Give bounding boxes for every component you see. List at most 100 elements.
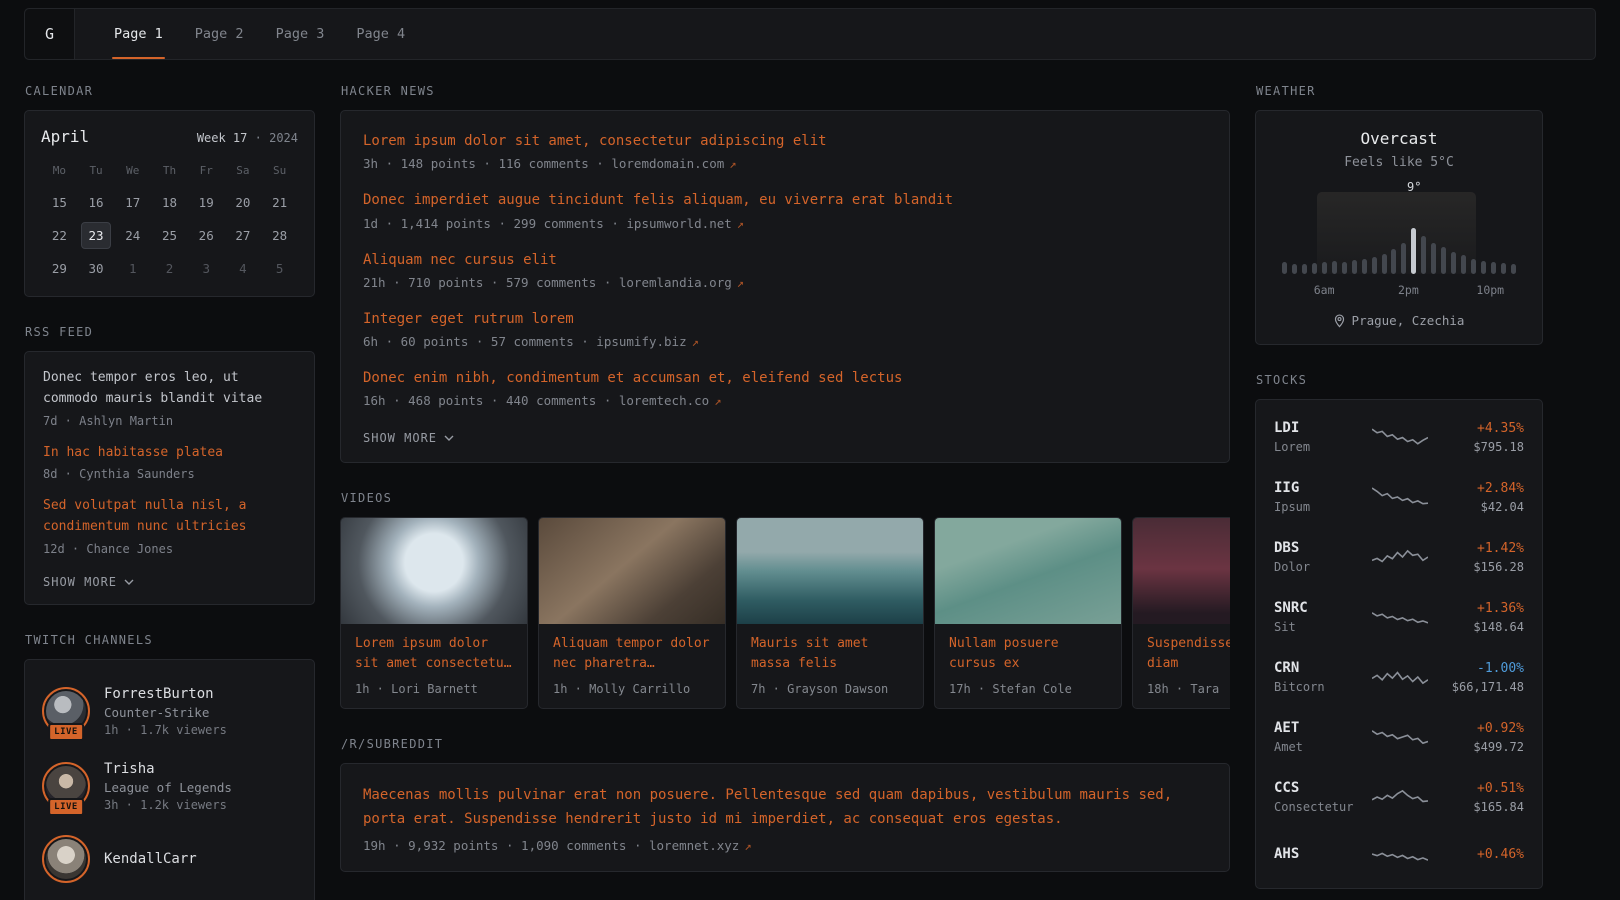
videos-section: VIDEOS Lorem ipsum dolor sit amet consec…: [340, 491, 1230, 709]
week-number: Week 17: [197, 131, 248, 145]
weather-bar: [1421, 236, 1426, 274]
calendar-day: 20: [228, 189, 259, 216]
subreddit-section-header: /R/SUBREDDIT: [341, 737, 1230, 751]
rss-item-title[interactable]: Sed volutpat nulla nisl, a condimentum n…: [43, 496, 296, 538]
rss-item-title[interactable]: Donec tempor eros leo, ut commodo mauris…: [43, 368, 296, 410]
subreddit-post-meta: 19h · 9,932 points · 1,090 comments · lo…: [363, 838, 1207, 853]
temperature-label: 9°: [1407, 180, 1421, 194]
hn-item-meta: 6h · 60 points · 57 comments · ipsumify.…: [363, 334, 1207, 349]
stock-values: +1.42%$156.28: [1438, 541, 1524, 574]
stock-symbol: IIG: [1274, 480, 1362, 496]
stock-info: SNRCSit: [1274, 600, 1362, 634]
stock-price: $795.18: [1438, 440, 1524, 454]
calendar-day: 25: [154, 222, 185, 249]
calendar-day: 19: [191, 189, 222, 216]
stock-sparkline: [1372, 543, 1428, 571]
stock-info: CRNBitcorn: [1274, 660, 1362, 694]
tab-page-3[interactable]: Page 3: [263, 9, 338, 59]
hn-item-title[interactable]: Donec imperdiet augue tincidunt felis al…: [363, 190, 1207, 210]
stock-row[interactable]: LDILorem +4.35% $795.18: [1272, 407, 1526, 467]
stock-symbol: CCS: [1274, 780, 1362, 796]
hn-domain-link[interactable]: loremdomain.com: [611, 156, 724, 171]
video-title[interactable]: Lorem ipsum dolor sit amet consectetu…: [355, 634, 513, 673]
stock-info: LDILorem: [1274, 420, 1362, 454]
columns: CALENDAR April Week 17 · 2024 MoTuWeThFr…: [0, 60, 1620, 900]
stock-row[interactable]: IIGIpsum+2.84%$42.04: [1272, 467, 1526, 527]
separator-dot: ·: [255, 131, 262, 145]
hn-item-meta: 1d · 1,414 points · 299 comments · ipsum…: [363, 216, 1207, 231]
stock-row[interactable]: AETAmet+0.92%$499.72: [1272, 707, 1526, 767]
video-card[interactable]: Mauris sit amet massa felis7h · Grayson …: [736, 517, 924, 709]
hn-item-title[interactable]: Integer eget rutrum lorem: [363, 309, 1207, 329]
video-card[interactable]: Suspendisse posuere diam18h · Tara: [1132, 517, 1230, 709]
app-logo[interactable]: G: [25, 9, 75, 59]
weather-bar: [1372, 257, 1377, 274]
weather-bar: [1451, 252, 1456, 274]
subreddit-post-title[interactable]: Maecenas mollis pulvinar erat non posuer…: [363, 784, 1207, 830]
hn-item-title[interactable]: Donec enim nibh, condimentum et accumsan…: [363, 368, 1207, 388]
weather-bar: [1352, 260, 1357, 274]
video-card[interactable]: Aliquam tempor dolor nec pharetra…1h · M…: [538, 517, 726, 709]
hn-domain-link[interactable]: ipsumify.biz: [596, 334, 686, 349]
video-title[interactable]: Nullam posuere cursus ex: [949, 634, 1107, 673]
stock-change: +4.35%: [1438, 421, 1524, 436]
hacker-news-widget: Lorem ipsum dolor sit amet, consectetur …: [340, 110, 1230, 463]
twitch-channel[interactable]: LIVETrishaLeague of Legends3h · 1.2k vie…: [43, 749, 296, 824]
twitch-channel-game: Counter-Strike: [104, 705, 227, 720]
calendar-day-name: Tu: [78, 160, 115, 183]
stock-row[interactable]: AHS+0.46%: [1272, 827, 1526, 881]
hn-domain-link[interactable]: loremlandia.org: [619, 275, 732, 290]
calendar-day-name: Su: [261, 160, 298, 183]
hn-item-title[interactable]: Aliquam nec cursus elit: [363, 250, 1207, 270]
stock-sparkline: [1372, 783, 1428, 811]
stock-name: Lorem: [1274, 440, 1362, 454]
hn-domain-link[interactable]: loremtech.co: [619, 393, 709, 408]
calendar-day: 26: [191, 222, 222, 249]
weather-bar: [1461, 255, 1466, 274]
video-thumbnail: [737, 518, 923, 624]
calendar-day: 27: [228, 222, 259, 249]
tab-page-4[interactable]: Page 4: [343, 9, 418, 59]
hn-item-title[interactable]: Lorem ipsum dolor sit amet, consectetur …: [363, 131, 1207, 151]
main-column: HACKER NEWS Lorem ipsum dolor sit amet, …: [340, 84, 1230, 900]
weather-bar: [1282, 262, 1287, 274]
hn-show-more-button[interactable]: SHOW MORE: [363, 431, 454, 445]
rss-item-meta: 12d · Chance Jones: [43, 542, 296, 556]
twitch-list: LIVEForrestBurtonCounter-Strike1h · 1.7k…: [43, 674, 296, 894]
weather-bar: [1471, 259, 1476, 274]
stock-row[interactable]: DBSDolor+1.42%$156.28: [1272, 527, 1526, 587]
chevron-down-icon: [124, 579, 134, 585]
video-card-body: Mauris sit amet massa felis7h · Grayson …: [737, 624, 923, 708]
video-title[interactable]: Aliquam tempor dolor nec pharetra…: [553, 634, 711, 673]
stock-change: +0.51%: [1438, 781, 1524, 796]
subreddit-widget: Maecenas mollis pulvinar erat non posuer…: [340, 763, 1230, 871]
tab-page-2[interactable]: Page 2: [182, 9, 257, 59]
twitch-channel[interactable]: LIVEForrestBurtonCounter-Strike1h · 1.7k…: [43, 674, 296, 749]
stock-row[interactable]: CRNBitcorn-1.00%$66,171.48: [1272, 647, 1526, 707]
tab-page-1[interactable]: Page 1: [101, 9, 176, 59]
post-domain-link[interactable]: loremnet.xyz: [649, 838, 739, 853]
rss-item-title[interactable]: In hac habitasse platea: [43, 443, 296, 464]
video-card[interactable]: Lorem ipsum dolor sit amet consectetu…1h…: [340, 517, 528, 709]
twitch-section-header: TWITCH CHANNELS: [25, 633, 315, 647]
stock-row[interactable]: SNRCSit+1.36%$148.64: [1272, 587, 1526, 647]
stock-row[interactable]: CCSConsectetur+0.51%$165.84: [1272, 767, 1526, 827]
video-card[interactable]: Nullam posuere cursus ex17h · Stefan Col…: [934, 517, 1122, 709]
external-link-icon: ↗: [744, 839, 751, 853]
stock-symbol: CRN: [1274, 660, 1362, 676]
calendar-section: CALENDAR April Week 17 · 2024 MoTuWeThFr…: [24, 84, 315, 297]
hn-item-meta: 3h · 148 points · 116 comments · loremdo…: [363, 156, 1207, 171]
video-title[interactable]: Mauris sit amet massa felis: [751, 634, 909, 673]
rss-section: RSS FEED Donec tempor eros leo, ut commo…: [24, 325, 315, 605]
weather-bar: [1431, 243, 1436, 274]
stocks-list: LDILorem +4.35% $795.18 IIGIpsum+2.84%$42.0…: [1272, 407, 1526, 881]
twitch-channel[interactable]: KendallCarr: [43, 824, 296, 894]
video-thumbnail: [935, 518, 1121, 624]
hn-item: Integer eget rutrum lorem 6h · 60 points …: [363, 309, 1207, 349]
rss-show-more-button[interactable]: SHOW MORE: [43, 575, 134, 589]
video-title[interactable]: Suspendisse posuere diam: [1147, 634, 1230, 673]
stocks-widget: LDILorem +4.35% $795.18 IIGIpsum+2.84%$42.0…: [1255, 399, 1543, 889]
hn-domain-link[interactable]: ipsumworld.net: [626, 216, 731, 231]
calendar-day: 17: [117, 189, 148, 216]
weather-section: WEATHER Overcast Feels like 5°C 9° 6am2p…: [1255, 84, 1543, 345]
